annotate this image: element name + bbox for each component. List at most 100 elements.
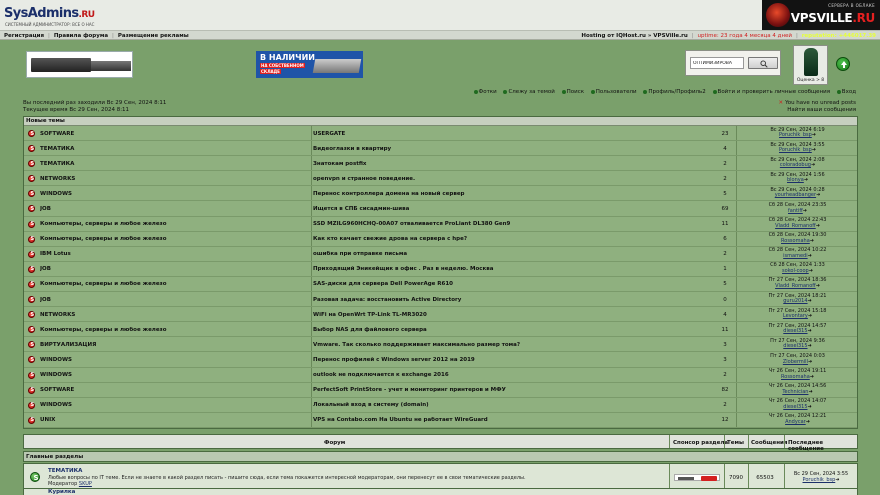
server-ad-banner[interactable]	[26, 51, 133, 78]
topic-title-link[interactable]: Разовая задача: восстановить Active Dire…	[313, 297, 733, 303]
topic-category-link[interactable]: WINDOWS	[40, 191, 310, 197]
forum-name-link[interactable]: ТЕМАТИКА	[48, 468, 82, 474]
topic-title-link[interactable]: Выбор NAS для файлового сервера	[313, 327, 733, 333]
search-input[interactable]	[690, 57, 744, 69]
topic-title-link[interactable]: Перенос контроллера домена на новый серв…	[313, 191, 733, 197]
topic-last-user-link[interactable]: Rossomaha	[781, 238, 810, 244]
topic-category-link[interactable]: NETWORKS	[40, 176, 310, 182]
topic-category-link[interactable]: WINDOWS	[40, 372, 310, 378]
toolbar-profile[interactable]: Профиль/Профиль2	[643, 89, 706, 95]
goto-post-icon[interactable]: ➜	[811, 162, 815, 168]
topic-category-link[interactable]: NETWORKS	[40, 312, 310, 318]
topic-category-link[interactable]: JOB	[40, 266, 310, 272]
topic-last-user-link[interactable]: yourheadbanger	[775, 192, 816, 199]
topic-category-link[interactable]: WINDOWS	[40, 357, 310, 363]
topic-last-user-link[interactable]: blonya	[787, 177, 804, 184]
site-logo[interactable]: SysAdmins.RU	[4, 6, 95, 21]
toolbar-messages[interactable]: Войти и проверить личные сообщения	[712, 89, 830, 95]
goto-post-icon[interactable]: ➜	[835, 477, 839, 483]
rating-widget[interactable]: Оценка > 8	[793, 45, 828, 85]
goto-post-icon[interactable]: ➜	[808, 359, 812, 365]
moderator-link[interactable]: SKUP	[79, 481, 92, 487]
topic-title-link[interactable]: USERGATE	[313, 131, 733, 137]
topic-title-link[interactable]: WiFi на OpenWrt TP-Link TL-MR3020	[313, 312, 733, 318]
goto-post-icon[interactable]: ➜	[809, 268, 813, 274]
topic-category-link[interactable]: ВИРТУАЛИЗАЦИЯ	[40, 342, 310, 348]
topic-last-user-link[interactable]: diesel315	[783, 404, 807, 410]
toolbar-search[interactable]: Поиск	[561, 89, 584, 95]
topic-category-link[interactable]: UNIX	[40, 417, 310, 423]
topic-category-link[interactable]: JOB	[40, 297, 310, 303]
toolbar-login[interactable]: Вход	[836, 89, 856, 95]
topic-last-user-link[interactable]: coloradobug	[780, 162, 811, 168]
goto-post-icon[interactable]: ➜	[808, 404, 812, 410]
topic-category-link[interactable]: Компьютеры, серверы и любое железо	[40, 281, 310, 287]
nav-rules-link[interactable]: Правила форума	[54, 33, 108, 39]
goto-post-icon[interactable]: ➜	[806, 419, 810, 425]
topic-category-link[interactable]: Компьютеры, серверы и любое железо	[40, 236, 310, 242]
topic-last-user-link[interactable]: Levontary	[783, 313, 808, 319]
topic-title-link[interactable]: SAS-диски для сервера Dell PowerAge R610	[313, 281, 733, 287]
goto-post-icon[interactable]: ➜	[803, 208, 807, 214]
goto-post-icon[interactable]: ➜	[808, 313, 812, 319]
goto-post-icon[interactable]: ➜	[812, 132, 816, 138]
topic-title-link[interactable]: VPS на Contabo.com На Ubuntu не работает…	[313, 417, 733, 423]
vpsville-ad-banner[interactable]: СЕРВЕРА В ОБЛАКЕ VPSVILLE.RU	[762, 0, 880, 30]
forum-last-user-link[interactable]: Poruchik_bsp	[803, 477, 836, 483]
topic-title-link[interactable]: Перенос профилей с Windows server 2012 н…	[313, 357, 733, 363]
topic-category-link[interactable]: SOFTWARE	[40, 387, 310, 393]
toolbar-users[interactable]: Пользователи	[590, 89, 637, 95]
topic-title-link[interactable]: Видеоглазки в квартиру	[313, 146, 733, 152]
hosting-link[interactable]: Hosting от IQHost.ru » VPSVille.ru	[581, 33, 687, 39]
topic-last-user-link[interactable]: Vladd_Romanoff	[775, 223, 816, 229]
scroll-up-button[interactable]	[836, 57, 850, 71]
topic-title-link[interactable]: Ищется в СПБ сисадмин-шива	[313, 206, 733, 212]
topic-last-user-link[interactable]: ismamedi	[783, 253, 807, 259]
topic-category-link[interactable]: ТЕМАТИКА	[40, 161, 310, 167]
topic-last-user-link[interactable]: Rossomaha	[781, 374, 810, 380]
in-stock-ad-banner[interactable]: В НАЛИЧИИ НА СОБСТВЕННОМ СКЛАДЕ	[256, 51, 363, 78]
goto-post-icon[interactable]: ➜	[808, 253, 812, 259]
goto-post-icon[interactable]: ➜	[808, 328, 812, 335]
topic-title-link[interactable]: SSD MZILG960HCHQ-00A07 отваливается ProL…	[313, 221, 733, 227]
topic-title-link[interactable]: Как кто качает свежие дрова на сервера с…	[313, 236, 733, 242]
topic-category-link[interactable]: SOFTWARE	[40, 131, 310, 137]
goto-post-icon[interactable]: ➜	[810, 374, 814, 380]
goto-post-icon[interactable]: ➜	[804, 177, 808, 184]
toolbar-watched[interactable]: Слежу за темой	[503, 89, 555, 95]
topic-title-link[interactable]: PerfectSoft PrintStore - учет и монитори…	[313, 387, 733, 393]
topic-last-user-link[interactable]: Andycar	[785, 419, 806, 425]
topic-last-user-link[interactable]: Zlobermill	[783, 359, 808, 365]
goto-post-icon[interactable]: ➜	[808, 343, 812, 350]
topic-last-user-link[interactable]: Poruchik_bsp	[779, 147, 812, 153]
nav-advertising-link[interactable]: Размещение рекламы	[118, 33, 189, 39]
topic-title-link[interactable]: Знатокам postfix	[313, 161, 733, 167]
goto-post-icon[interactable]: ➜	[808, 389, 812, 395]
topic-category-link[interactable]: WINDOWS	[40, 402, 310, 408]
topic-category-link[interactable]: Компьютеры, серверы и любое железо	[40, 221, 310, 227]
topic-title-link[interactable]: outlook не подключается к exchange 2016	[313, 372, 733, 378]
topic-title-link[interactable]: Локальный вход в систему (domain)	[313, 402, 733, 408]
topic-category-link[interactable]: IBM Lotus	[40, 251, 310, 257]
no-unread-link[interactable]: You have no unread posts	[785, 100, 856, 106]
search-button[interactable]	[748, 57, 778, 69]
topic-title-link[interactable]: ошибка при отправке письма	[313, 251, 733, 257]
goto-post-icon[interactable]: ➜	[816, 192, 820, 199]
goto-post-icon[interactable]: ➜	[816, 223, 820, 229]
topic-last-user-link[interactable]: sokol-coop	[782, 268, 809, 274]
topic-title-link[interactable]: openvpn и странное поведение.	[313, 176, 733, 182]
goto-post-icon[interactable]: ➜	[812, 147, 816, 153]
nav-register-link[interactable]: Регистрация	[4, 33, 44, 39]
topic-category-link[interactable]: JOB	[40, 206, 310, 212]
goto-post-icon[interactable]: ➜	[810, 238, 814, 244]
topic-last-user-link[interactable]: diesel315	[783, 328, 807, 335]
toolbar-photos[interactable]: Фотки	[473, 89, 497, 95]
topic-title-link[interactable]: Приходящий Эникейщик в офис . Раз в неде…	[313, 266, 733, 272]
goto-post-icon[interactable]: ➜	[816, 283, 820, 289]
sponsor-logo[interactable]	[674, 474, 720, 481]
topic-category-link[interactable]: ТЕМАТИКА	[40, 146, 310, 152]
topic-last-user-link[interactable]: diesel315	[783, 343, 807, 350]
topic-category-link[interactable]: Компьютеры, серверы и любое железо	[40, 327, 310, 333]
topic-title-link[interactable]: Vmware. Так сколько поддерживает максима…	[313, 342, 733, 348]
topic-last-user-link[interactable]: fantiff	[788, 208, 803, 214]
